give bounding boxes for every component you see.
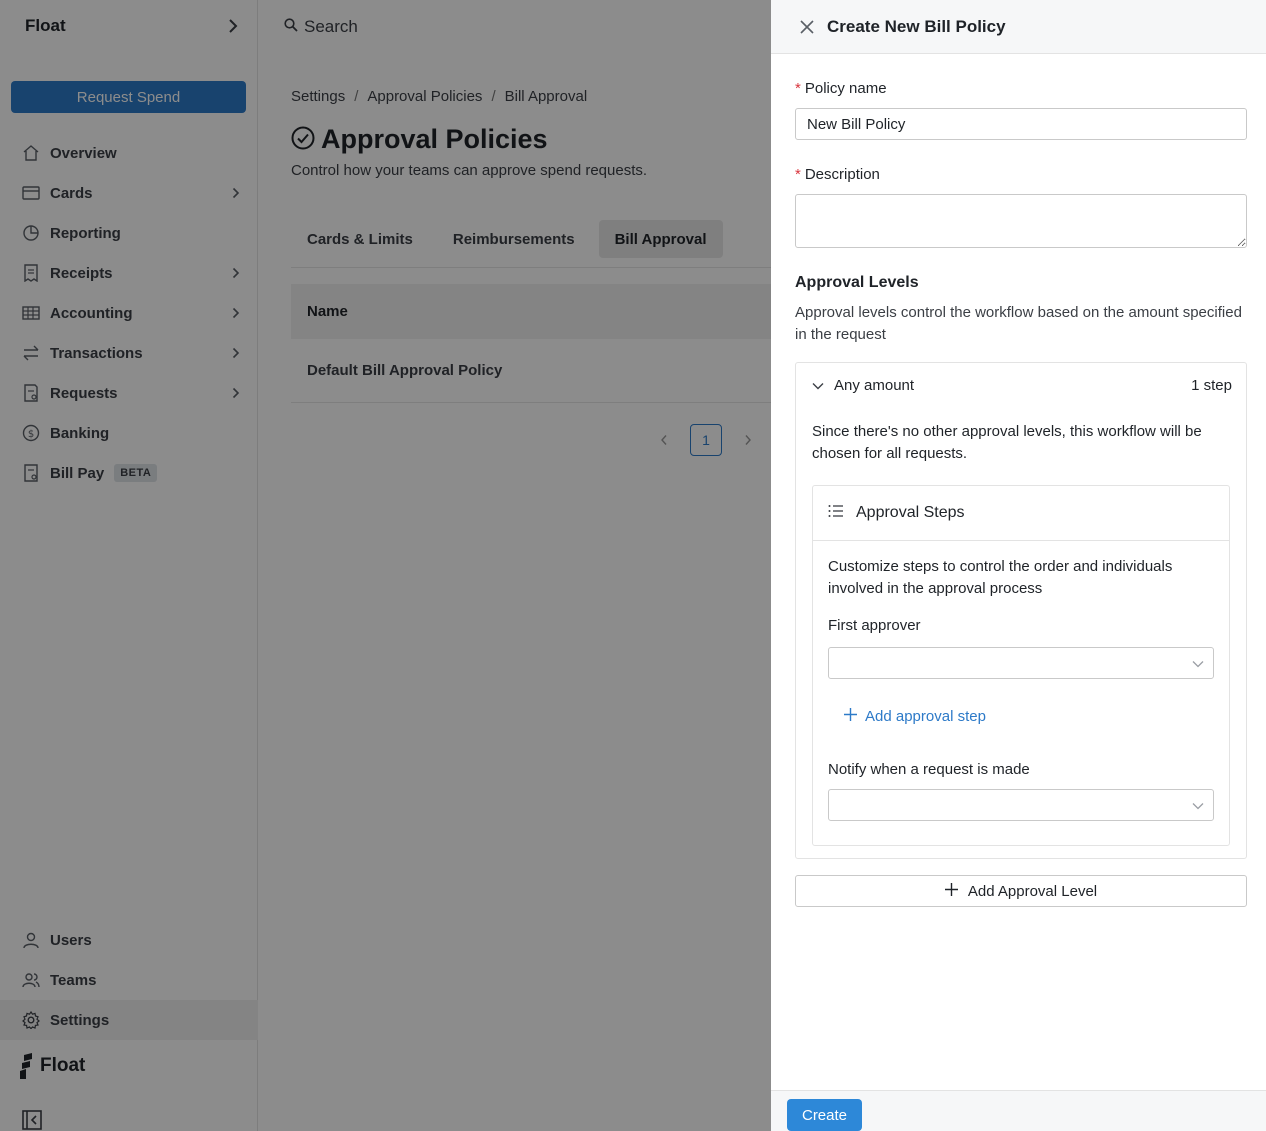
approval-levels-title: Approval Levels (795, 274, 919, 291)
add-approval-level-button[interactable]: Add Approval Level (795, 875, 1247, 907)
drawer-footer: Create (771, 1090, 1266, 1131)
notify-select[interactable] (828, 789, 1214, 821)
approval-steps-description: Customize steps to control the order and… (828, 558, 1173, 597)
create-policy-drawer: Create New Bill Policy *Policy name *Des… (771, 0, 1266, 1131)
plus-icon (944, 882, 958, 900)
policy-name-label-text: Policy name (804, 80, 887, 97)
add-approval-step-label: Add approval step (865, 708, 986, 725)
approval-steps-header: Approval Steps (813, 486, 1229, 541)
add-approval-level-label: Add Approval Level (967, 882, 1098, 900)
notify-label: Notify when a request is made (828, 761, 1030, 778)
approval-level-step-count: 1 step (1191, 377, 1232, 394)
drawer-title: Create New Bill Policy (827, 16, 1006, 36)
approval-level-header[interactable]: Any amount 1 step (812, 377, 1232, 394)
close-icon[interactable] (797, 17, 817, 37)
description-label-text: Description (804, 166, 880, 183)
required-mark: * (795, 166, 801, 183)
approval-level-description: Since there's no other approval levels, … (812, 423, 1202, 462)
chevron-down-icon (1192, 657, 1204, 669)
policy-name-input[interactable] (795, 108, 1247, 140)
first-approver-label: First approver (828, 617, 921, 634)
description-textarea[interactable] (795, 194, 1247, 248)
add-approval-step-button[interactable]: Add approval step (844, 708, 986, 725)
approval-steps-title: Approval Steps (856, 504, 965, 521)
list-icon (828, 504, 844, 522)
required-mark: * (795, 80, 801, 97)
plus-icon (844, 708, 857, 725)
drawer-header: Create New Bill Policy (771, 0, 1266, 54)
approval-level-label: Any amount (834, 377, 915, 394)
first-approver-select[interactable] (828, 647, 1214, 679)
approval-level-card: Any amount 1 step Since there's no other… (795, 362, 1247, 859)
create-button[interactable]: Create (787, 1099, 862, 1131)
approval-steps-card: Approval Steps Customize steps to contro… (812, 485, 1230, 846)
policy-name-label: * Policy name (795, 80, 887, 97)
modal-overlay[interactable] (0, 0, 771, 1131)
approval-levels-description: Approval levels control the workflow bas… (795, 304, 1242, 343)
chevron-down-icon (1192, 799, 1204, 811)
chevron-down-icon (812, 377, 824, 394)
description-label: * Description (795, 166, 880, 183)
